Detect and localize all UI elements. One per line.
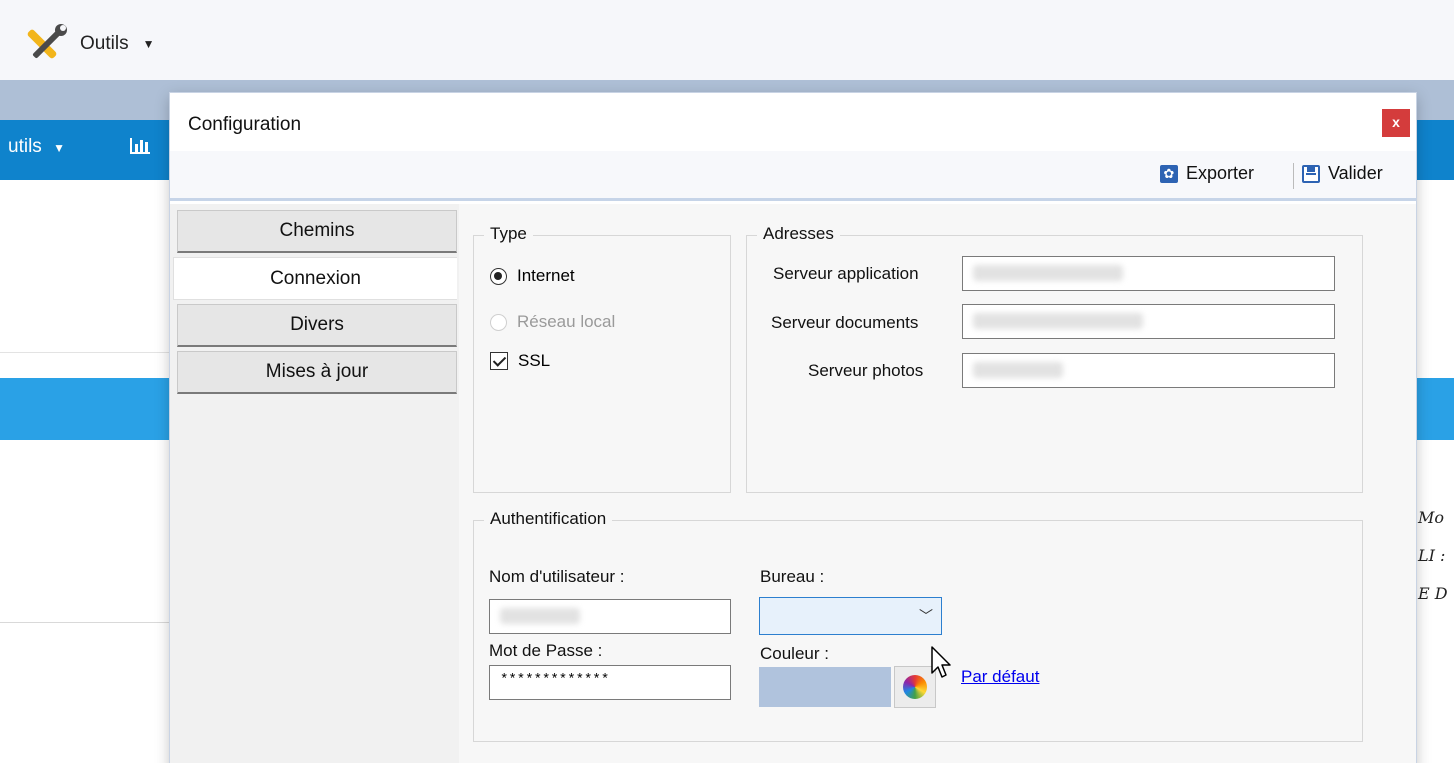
app-top-bar: Outils ▼: [0, 0, 1454, 80]
color-wheel-icon: [903, 675, 927, 699]
server-documents-label: Serveur documents: [771, 313, 919, 332]
checkbox[interactable]: [490, 352, 508, 370]
server-application-label: Serveur application: [773, 264, 919, 283]
close-button[interactable]: x: [1382, 109, 1410, 137]
dialog-toolbar: ✿ Exporter Valider: [170, 151, 1416, 201]
export-button[interactable]: ✿ Exporter: [1160, 163, 1254, 184]
type-group-title: Type: [484, 224, 533, 244]
chevron-down-icon: ▼: [53, 141, 65, 155]
background-text: E D: [1418, 584, 1448, 603]
username-label: Nom d'utilisateur :: [489, 567, 625, 586]
tabs-panel: Chemins Connexion Divers Mises à jour: [170, 204, 459, 763]
tab-divers[interactable]: Divers: [177, 304, 457, 347]
tab-mises-a-jour[interactable]: Mises à jour: [177, 351, 457, 394]
redacted-value: [500, 608, 580, 624]
tab-connexion[interactable]: Connexion: [173, 257, 457, 300]
mouse-cursor-icon: [931, 646, 951, 678]
chevron-down-icon: ▼: [142, 37, 155, 51]
server-documents-input[interactable]: [962, 304, 1335, 339]
server-photos-input[interactable]: [962, 353, 1335, 388]
divider: [0, 622, 170, 623]
radio-reseau-local-label: Réseau local: [517, 312, 616, 331]
username-input[interactable]: [489, 599, 731, 634]
dialog-title: Configuration: [188, 114, 302, 135]
tools-menu[interactable]: Outils ▼: [22, 22, 154, 66]
divider: [0, 352, 170, 353]
nav-tools-label: utils: [8, 136, 42, 157]
background-text: LI :: [1418, 546, 1446, 565]
type-group: Type Internet Réseau local SSL: [473, 224, 731, 493]
tools-icon: [27, 24, 67, 59]
save-icon: [1302, 164, 1320, 183]
radio-reseau-local[interactable]: Réseau local: [490, 312, 615, 332]
office-dropdown[interactable]: ﹀: [759, 597, 942, 635]
radio-internet[interactable]: Internet: [490, 266, 575, 286]
configuration-dialog: Configuration x ✿ Exporter Valider Chemi…: [170, 93, 1416, 763]
addresses-group-title: Adresses: [757, 224, 840, 244]
background-text: Mo: [1418, 508, 1445, 527]
redacted-value: [973, 265, 1123, 281]
redacted-value: [973, 362, 1063, 378]
export-label: Exporter: [1186, 163, 1255, 183]
tab-chemins[interactable]: Chemins: [177, 210, 457, 253]
radio-button[interactable]: [490, 313, 507, 331]
server-photos-label: Serveur photos: [808, 361, 924, 380]
default-color-link[interactable]: Par défaut: [961, 667, 1039, 687]
office-label: Bureau :: [760, 567, 825, 586]
ssl-label: SSL: [518, 351, 551, 370]
server-application-input[interactable]: [962, 256, 1335, 291]
password-input[interactable]: *************: [489, 665, 731, 700]
radio-internet-label: Internet: [517, 266, 575, 285]
color-label: Couleur :: [760, 644, 829, 663]
nav-tools-menu[interactable]: utils ▼: [8, 136, 65, 158]
redacted-value: [973, 313, 1143, 329]
toolbar-separator: [1293, 163, 1294, 189]
validate-label: Valider: [1328, 163, 1383, 183]
color-swatch[interactable]: [759, 667, 891, 707]
ssl-checkbox[interactable]: SSL: [490, 351, 550, 371]
tools-menu-label: Outils: [80, 33, 129, 54]
gear-icon: ✿: [1160, 164, 1178, 183]
validate-button[interactable]: Valider: [1302, 163, 1383, 184]
authentication-group-title: Authentification: [484, 509, 613, 529]
chart-icon[interactable]: [130, 136, 150, 159]
addresses-group: Adresses Serveur application Serveur doc…: [746, 224, 1363, 493]
radio-button[interactable]: [490, 267, 507, 285]
authentication-group: Authentification Nom d'utilisateur : Mot…: [473, 509, 1363, 742]
password-label: Mot de Passe :: [489, 641, 603, 660]
chevron-down-icon: ﹀: [919, 608, 933, 624]
bar-chart-icon: [130, 138, 150, 154]
